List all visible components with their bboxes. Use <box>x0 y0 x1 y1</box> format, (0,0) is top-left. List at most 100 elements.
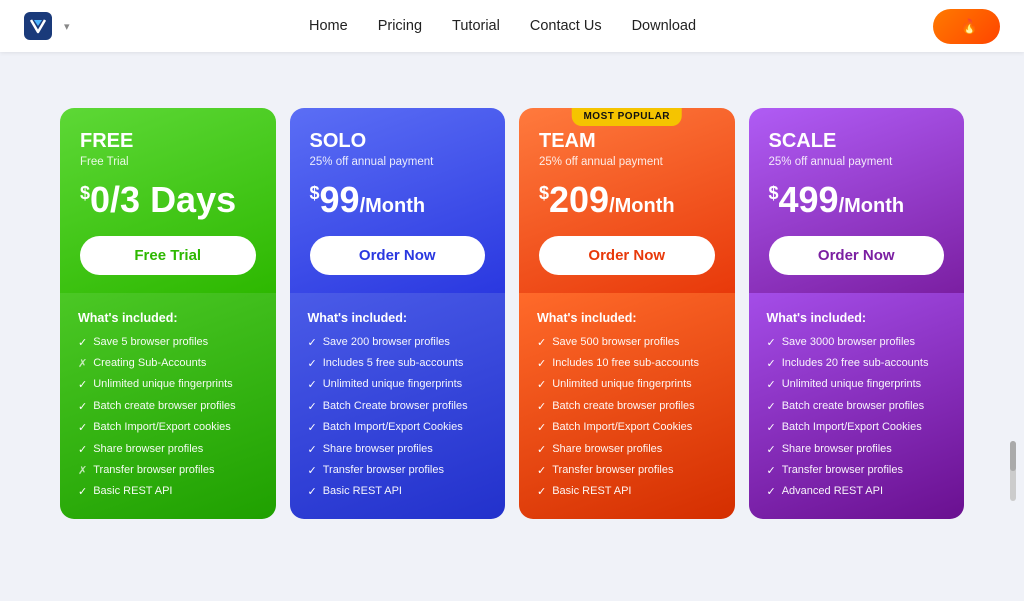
check-icon: ✓ <box>537 421 546 436</box>
plan-card-team: MOST POPULAR TEAM 25% off annual payment… <box>519 108 735 519</box>
feature-item: ✓ Batch Import/Export Cookies <box>308 420 488 436</box>
feature-text: Save 3000 browser profiles <box>782 335 915 350</box>
language-selector[interactable]: ▾ <box>64 20 73 33</box>
card-top: SCALE 25% off annual payment $499/Month … <box>749 108 965 293</box>
nav-free-trial-button[interactable]: 🔥 <box>933 9 1000 44</box>
check-icon: ✓ <box>537 378 546 393</box>
feature-text: Batch Import/Export cookies <box>93 420 231 435</box>
nav-download[interactable]: Download <box>632 18 697 34</box>
feature-item: ✓ Batch create browser profiles <box>537 399 717 415</box>
card-price: $0/3 Days <box>80 180 256 220</box>
check-icon: ✓ <box>78 336 87 351</box>
cross-icon: ✗ <box>78 357 87 372</box>
feature-item: ✓ Includes 5 free sub-accounts <box>308 356 488 372</box>
feature-item: ✓ Batch Create browser profiles <box>308 399 488 415</box>
feature-text: Includes 10 free sub-accounts <box>552 356 699 371</box>
check-icon: ✓ <box>308 357 317 372</box>
plan-card-free: FREE Free Trial $0/3 Days Free Trial Wha… <box>60 108 276 519</box>
nav-links: Home Pricing Tutorial Contact Us Downloa… <box>309 18 696 34</box>
feature-text: Share browser profiles <box>323 442 433 457</box>
feature-item: ✓ Transfer browser profiles <box>767 463 947 479</box>
card-name: SCALE <box>769 130 945 153</box>
card-price: $209/Month <box>539 180 715 220</box>
card-cta-button[interactable]: Free Trial <box>80 236 256 275</box>
feature-item: ✓ Save 5 browser profiles <box>78 335 258 351</box>
feature-text: Unlimited unique fingerprints <box>552 377 691 392</box>
check-icon: ✓ <box>767 336 776 351</box>
feature-text: Batch create browser profiles <box>782 399 924 414</box>
feature-item: ✓ Batch Import/Export Cookies <box>767 420 947 436</box>
nav-tutorial[interactable]: Tutorial <box>452 18 500 34</box>
check-icon: ✓ <box>78 378 87 393</box>
included-title: What's included: <box>537 311 717 325</box>
included-title: What's included: <box>308 311 488 325</box>
plan-card-solo: SOLO 25% off annual payment $99/Month Or… <box>290 108 506 519</box>
check-icon: ✓ <box>308 336 317 351</box>
card-bottom: What's included: ✓ Save 200 browser prof… <box>290 293 506 519</box>
check-icon: ✓ <box>537 443 546 458</box>
nav-pricing[interactable]: Pricing <box>378 18 422 34</box>
nav-home[interactable]: Home <box>309 18 348 34</box>
included-title: What's included: <box>78 311 258 325</box>
feature-text: Unlimited unique fingerprints <box>323 377 462 392</box>
card-bottom: What's included: ✓ Save 5 browser profil… <box>60 293 276 519</box>
feature-text: Basic REST API <box>552 484 631 499</box>
card-bottom: What's included: ✓ Save 500 browser prof… <box>519 293 735 519</box>
feature-text: Unlimited unique fingerprints <box>93 377 232 392</box>
card-cta-button[interactable]: Order Now <box>769 236 945 275</box>
feature-text: Batch Import/Export Cookies <box>552 420 692 435</box>
plan-card-scale: SCALE 25% off annual payment $499/Month … <box>749 108 965 519</box>
feature-text: Share browser profiles <box>782 442 892 457</box>
feature-text: Basic REST API <box>93 484 172 499</box>
card-top: TEAM 25% off annual payment $209/Month O… <box>519 108 735 293</box>
feature-text: Batch create browser profiles <box>93 399 235 414</box>
included-title: What's included: <box>767 311 947 325</box>
card-price: $499/Month <box>769 180 945 220</box>
pricing-grid: FREE Free Trial $0/3 Days Free Trial Wha… <box>60 108 964 519</box>
feature-text: Save 500 browser profiles <box>552 335 679 350</box>
card-bottom: What's included: ✓ Save 3000 browser pro… <box>749 293 965 519</box>
feature-item: ✓ Includes 10 free sub-accounts <box>537 356 717 372</box>
feature-text: Creating Sub-Accounts <box>93 356 206 371</box>
feature-text: Transfer browser profiles <box>552 463 673 478</box>
card-top: FREE Free Trial $0/3 Days Free Trial <box>60 108 276 293</box>
card-top: SOLO 25% off annual payment $99/Month Or… <box>290 108 506 293</box>
check-icon: ✓ <box>767 443 776 458</box>
feature-item: ✓ Batch create browser profiles <box>767 399 947 415</box>
feature-item: ✓ Unlimited unique fingerprints <box>537 377 717 393</box>
card-price: $99/Month <box>310 180 486 220</box>
feature-item: ✓ Batch Import/Export Cookies <box>537 420 717 436</box>
feature-item: ✓ Includes 20 free sub-accounts <box>767 356 947 372</box>
most-popular-badge: MOST POPULAR <box>571 108 682 126</box>
feature-item: ✓ Save 500 browser profiles <box>537 335 717 351</box>
feature-item: ✓ Share browser profiles <box>537 442 717 458</box>
feature-item: ✓ Basic REST API <box>78 484 258 500</box>
check-icon: ✓ <box>78 421 87 436</box>
check-icon: ✓ <box>537 357 546 372</box>
feature-text: Transfer browser profiles <box>323 463 444 478</box>
logo-icon <box>24 12 52 40</box>
card-name: FREE <box>80 130 256 153</box>
check-icon: ✓ <box>308 443 317 458</box>
feature-text: Basic REST API <box>323 484 402 499</box>
feature-item: ✓ Basic REST API <box>537 484 717 500</box>
nav-contact[interactable]: Contact Us <box>530 18 602 34</box>
card-cta-button[interactable]: Order Now <box>539 236 715 275</box>
feature-item: ✓ Share browser profiles <box>308 442 488 458</box>
check-icon: ✓ <box>308 378 317 393</box>
logo[interactable] <box>24 12 58 40</box>
feature-item: ✓ Share browser profiles <box>78 442 258 458</box>
check-icon: ✓ <box>767 400 776 415</box>
feature-text: Includes 20 free sub-accounts <box>782 356 929 371</box>
scrollbar[interactable] <box>1010 441 1016 501</box>
feature-list: ✓ Save 3000 browser profiles ✓ Includes … <box>767 335 947 501</box>
card-cta-button[interactable]: Order Now <box>310 236 486 275</box>
check-icon: ✓ <box>767 421 776 436</box>
feature-list: ✓ Save 200 browser profiles ✓ Includes 5… <box>308 335 488 501</box>
feature-item: ✓ Basic REST API <box>308 484 488 500</box>
check-icon: ✓ <box>767 485 776 500</box>
card-annual-note: Free Trial <box>80 156 256 168</box>
check-icon: ✓ <box>308 421 317 436</box>
feature-text: Includes 5 free sub-accounts <box>323 356 464 371</box>
card-annual-note: 25% off annual payment <box>310 156 486 168</box>
